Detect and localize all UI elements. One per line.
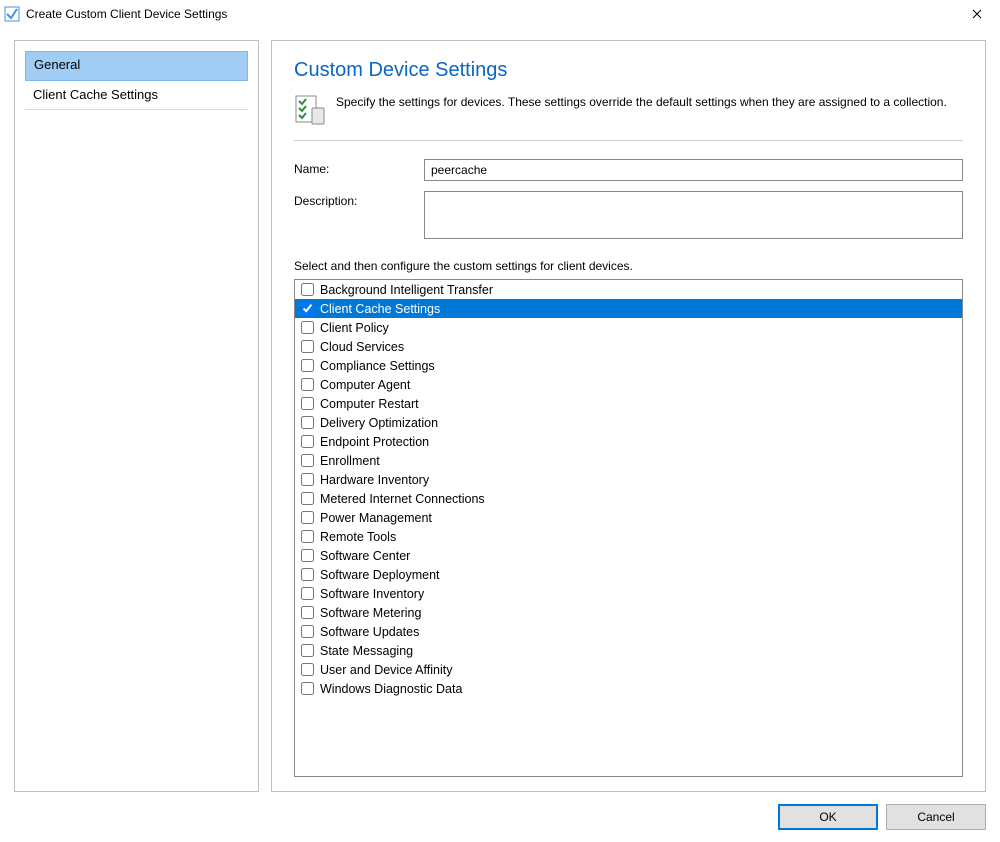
option-label: Background Intelligent Transfer [320, 283, 493, 297]
option-row[interactable]: Endpoint Protection [295, 432, 962, 451]
ok-button[interactable]: OK [778, 804, 878, 830]
close-button[interactable] [954, 0, 1000, 28]
option-checkbox[interactable] [301, 682, 314, 695]
option-label: Client Cache Settings [320, 302, 440, 316]
option-row[interactable]: Background Intelligent Transfer [295, 280, 962, 299]
option-label: Enrollment [320, 454, 380, 468]
main-panel: Custom Device Settings Specify the setti… [271, 40, 986, 792]
option-checkbox[interactable] [301, 378, 314, 391]
sidebar: GeneralClient Cache Settings [14, 40, 259, 792]
option-checkbox[interactable] [301, 397, 314, 410]
sidebar-item-client-cache-settings[interactable]: Client Cache Settings [25, 81, 248, 110]
option-row[interactable]: User and Device Affinity [295, 660, 962, 679]
option-row[interactable]: Client Cache Settings [295, 299, 962, 318]
option-checkbox[interactable] [301, 359, 314, 372]
title-bar: Create Custom Client Device Settings [0, 0, 1000, 28]
option-row[interactable]: Computer Restart [295, 394, 962, 413]
option-label: Cloud Services [320, 340, 404, 354]
option-checkbox[interactable] [301, 549, 314, 562]
dialog-window: Create Custom Client Device Settings Gen… [0, 0, 1000, 842]
option-row[interactable]: Cloud Services [295, 337, 962, 356]
option-label: Computer Agent [320, 378, 410, 392]
panes: GeneralClient Cache Settings Custom Devi… [14, 40, 986, 792]
option-label: Software Center [320, 549, 410, 563]
sidebar-item-general[interactable]: General [25, 51, 248, 81]
option-row[interactable]: Compliance Settings [295, 356, 962, 375]
option-label: Metered Internet Connections [320, 492, 485, 506]
option-row[interactable]: State Messaging [295, 641, 962, 660]
option-label: Client Policy [320, 321, 389, 335]
option-checkbox[interactable] [301, 587, 314, 600]
option-label: User and Device Affinity [320, 663, 452, 677]
button-bar: OK Cancel [14, 792, 986, 830]
option-label: Remote Tools [320, 530, 396, 544]
option-label: Hardware Inventory [320, 473, 429, 487]
option-row[interactable]: Power Management [295, 508, 962, 527]
description-row: Description: [294, 191, 963, 239]
option-row[interactable]: Software Center [295, 546, 962, 565]
option-checkbox[interactable] [301, 473, 314, 486]
option-checkbox[interactable] [301, 492, 314, 505]
description-input[interactable] [424, 191, 963, 239]
option-checkbox[interactable] [301, 321, 314, 334]
option-row[interactable]: Software Metering [295, 603, 962, 622]
option-label: Computer Restart [320, 397, 419, 411]
option-row[interactable]: Metered Internet Connections [295, 489, 962, 508]
option-checkbox[interactable] [301, 511, 314, 524]
intro-text: Specify the settings for devices. These … [336, 94, 947, 110]
option-label: Windows Diagnostic Data [320, 682, 462, 696]
option-label: Software Deployment [320, 568, 440, 582]
option-row[interactable]: Software Updates [295, 622, 962, 641]
option-checkbox[interactable] [301, 625, 314, 638]
option-checkbox[interactable] [301, 416, 314, 429]
client-area: GeneralClient Cache Settings Custom Devi… [0, 28, 1000, 842]
option-checkbox[interactable] [301, 644, 314, 657]
page-heading: Custom Device Settings [294, 59, 963, 82]
option-label: Software Metering [320, 606, 421, 620]
option-checkbox[interactable] [301, 302, 314, 315]
option-label: Power Management [320, 511, 432, 525]
option-row[interactable]: Windows Diagnostic Data [295, 679, 962, 698]
option-row[interactable]: Computer Agent [295, 375, 962, 394]
option-row[interactable]: Software Deployment [295, 565, 962, 584]
option-row[interactable]: Enrollment [295, 451, 962, 470]
option-checkbox[interactable] [301, 530, 314, 543]
close-icon [972, 9, 982, 19]
option-checkbox[interactable] [301, 340, 314, 353]
name-input[interactable] [424, 159, 963, 181]
name-label: Name: [294, 159, 424, 176]
options-instruction: Select and then configure the custom set… [294, 259, 963, 273]
option-label: Delivery Optimization [320, 416, 438, 430]
option-row[interactable]: Remote Tools [295, 527, 962, 546]
option-row[interactable]: Software Inventory [295, 584, 962, 603]
settings-list-icon [294, 94, 326, 126]
option-checkbox[interactable] [301, 663, 314, 676]
app-icon [4, 6, 20, 22]
window-title: Create Custom Client Device Settings [26, 7, 227, 21]
description-label: Description: [294, 191, 424, 208]
option-label: Endpoint Protection [320, 435, 429, 449]
option-checkbox[interactable] [301, 454, 314, 467]
cancel-button[interactable]: Cancel [886, 804, 986, 830]
name-row: Name: [294, 159, 963, 181]
option-checkbox[interactable] [301, 568, 314, 581]
option-label: State Messaging [320, 644, 413, 658]
option-row[interactable]: Hardware Inventory [295, 470, 962, 489]
option-checkbox[interactable] [301, 435, 314, 448]
option-label: Software Updates [320, 625, 419, 639]
option-checkbox[interactable] [301, 606, 314, 619]
option-row[interactable]: Client Policy [295, 318, 962, 337]
options-list[interactable]: Background Intelligent Transfer Client Ca… [294, 279, 963, 777]
option-label: Compliance Settings [320, 359, 435, 373]
option-checkbox[interactable] [301, 283, 314, 296]
intro-section: Specify the settings for devices. These … [294, 94, 963, 141]
option-label: Software Inventory [320, 587, 424, 601]
option-row[interactable]: Delivery Optimization [295, 413, 962, 432]
